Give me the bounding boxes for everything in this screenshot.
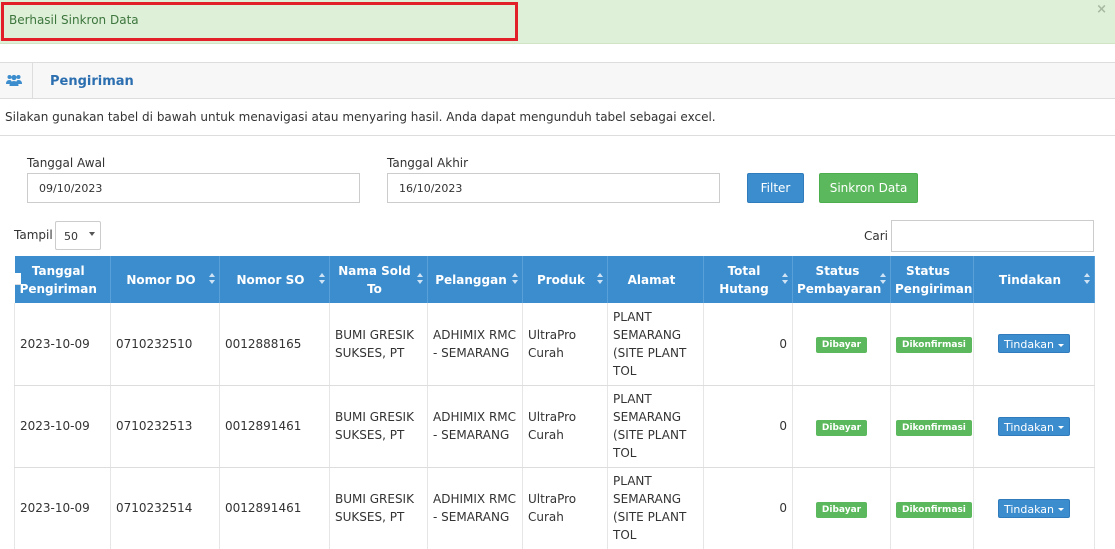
search-label: Cari — [864, 229, 888, 243]
cell-total-hutang: 0 — [703, 303, 793, 386]
header-pelanggan[interactable]: Pelanggan — [427, 256, 523, 303]
cell-sold-to: BUMI GRESIK SUKSES, PT — [329, 385, 428, 468]
start-date-label: Tanggal Awal — [27, 156, 106, 170]
header-total-hutang[interactable]: Total Hutang — [703, 256, 793, 303]
panel-title: Pengiriman — [50, 74, 134, 89]
cell-alamat: PLANT SEMARANG (SITE PLANT TOL — [607, 303, 704, 386]
sort-icon — [14, 273, 21, 285]
action-dropdown-button[interactable]: Tindakan — [997, 416, 1071, 436]
cell-status-pengiriman: Dikonfirmasi — [890, 303, 974, 386]
cell-status-pembayaran: Dibayar — [792, 303, 891, 386]
action-dropdown-button[interactable]: Tindakan — [997, 498, 1071, 518]
description-bar: Silakan gunakan tabel di bawah untuk men… — [0, 99, 1115, 136]
close-icon[interactable]: × — [1096, 2, 1107, 17]
description-text: Silakan gunakan tabel di bawah untuk men… — [5, 110, 716, 124]
header-tanggal[interactable]: Tanggal Pengiriman — [14, 256, 111, 303]
sync-data-button[interactable]: Sinkron Data — [819, 173, 918, 203]
cell-tanggal: 2023-10-09 — [14, 385, 111, 468]
cell-produk: UltraPro Curah — [522, 385, 608, 468]
cell-sold-to: BUMI GRESIK SUKSES, PT — [329, 303, 428, 386]
header-nomor-so[interactable]: Nomor SO — [219, 256, 330, 303]
cell-nomor-so: 0012888165 — [219, 303, 330, 386]
cell-status-pengiriman: Dikonfirmasi — [890, 467, 974, 549]
cell-total-hutang: 0 — [703, 385, 793, 468]
cell-nomor-do: 0710232514 — [110, 467, 220, 549]
panel-icon-box — [0, 63, 33, 98]
cell-produk: UltraPro Curah — [522, 303, 608, 386]
cell-pelanggan: ADHIMIX RMC - SEMARANG — [427, 385, 523, 468]
cell-total-hutang: 0 — [703, 467, 793, 549]
header-status-pengiriman[interactable]: Status Pengiriman — [890, 256, 974, 303]
delivery-status-badge: Dikonfirmasi — [896, 419, 972, 436]
cell-status-pembayaran: Dibayar — [792, 467, 891, 549]
cell-tindakan: Tindakan — [973, 303, 1095, 386]
header-tindakan[interactable]: Tindakan — [973, 256, 1095, 303]
delivery-table: Tanggal Pengiriman Nomor DO Nomor SO Nam… — [14, 256, 1095, 549]
page-size-value: 50 — [64, 230, 78, 243]
caret-down-icon — [1058, 508, 1065, 511]
table-row: 2023-10-09 0710232514 0012891461 BUMI GR… — [14, 467, 1095, 549]
success-alert: Berhasil Sinkron Data × — [0, 0, 1115, 44]
payment-status-badge: Dibayar — [815, 419, 868, 436]
header-alamat[interactable]: Alamat — [607, 256, 704, 303]
header-produk[interactable]: Produk — [522, 256, 608, 303]
show-entries-label: Tampil — [14, 228, 53, 242]
cell-alamat: PLANT SEMARANG (SITE PLANT TOL — [607, 385, 704, 468]
panel-heading: Pengiriman — [0, 62, 1115, 99]
header-nama-sold-to[interactable]: Nama Sold To — [329, 256, 428, 303]
end-date-label: Tanggal Akhir — [387, 156, 469, 170]
header-nomor-do[interactable]: Nomor DO — [110, 256, 220, 303]
cell-status-pengiriman: Dikonfirmasi — [890, 385, 974, 468]
header-status-pembayaran[interactable]: Status Pembayaran — [792, 256, 891, 303]
cell-tanggal: 2023-10-09 — [14, 467, 111, 549]
delivery-status-badge: Dikonfirmasi — [896, 501, 972, 518]
cell-alamat: PLANT SEMARANG (SITE PLANT TOL — [607, 467, 704, 549]
cell-nomor-do: 0710232513 — [110, 385, 220, 468]
search-input[interactable] — [891, 220, 1094, 252]
sort-icon — [512, 273, 518, 285]
sort-icon — [209, 273, 215, 285]
caret-down-icon — [1058, 343, 1065, 347]
cell-tanggal: 2023-10-09 — [14, 303, 111, 386]
table-header-row: Tanggal Pengiriman Nomor DO Nomor SO Nam… — [14, 256, 1095, 303]
cell-nomor-so: 0012891461 — [219, 467, 330, 549]
action-dropdown-button[interactable]: Tindakan — [997, 334, 1071, 354]
sort-icon — [417, 273, 423, 285]
alert-message: Berhasil Sinkron Data — [9, 13, 139, 27]
sort-icon — [597, 273, 603, 285]
users-icon — [6, 74, 22, 86]
cell-pelanggan: ADHIMIX RMC - SEMARANG — [427, 303, 523, 386]
start-date-input[interactable] — [27, 173, 360, 203]
page-size-select[interactable]: 50 — [55, 221, 101, 250]
sort-icon — [880, 273, 886, 285]
cell-sold-to: BUMI GRESIK SUKSES, PT — [329, 467, 428, 549]
filter-button[interactable]: Filter — [747, 173, 804, 203]
sort-icon — [782, 273, 788, 285]
sort-icon — [319, 273, 325, 285]
table-row: 2023-10-09 0710232513 0012891461 BUMI GR… — [14, 385, 1095, 468]
caret-down-icon — [1058, 426, 1065, 429]
table-row: 2023-10-09 0710232510 0012888165 BUMI GR… — [14, 303, 1095, 386]
sort-icon — [1084, 273, 1090, 285]
payment-status-badge: Dibayar — [815, 501, 868, 518]
end-date-input[interactable] — [387, 173, 720, 203]
cell-nomor-do: 0710232510 — [110, 303, 220, 386]
cell-tindakan: Tindakan — [973, 385, 1095, 468]
cell-status-pembayaran: Dibayar — [792, 385, 891, 468]
cell-nomor-so: 0012891461 — [219, 385, 330, 468]
cell-pelanggan: ADHIMIX RMC - SEMARANG — [427, 467, 523, 549]
delivery-status-badge: Dikonfirmasi — [896, 337, 972, 354]
chevron-down-icon — [89, 232, 95, 236]
payment-status-badge: Dibayar — [815, 337, 868, 354]
cell-produk: UltraPro Curah — [522, 467, 608, 549]
cell-tindakan: Tindakan — [973, 467, 1095, 549]
